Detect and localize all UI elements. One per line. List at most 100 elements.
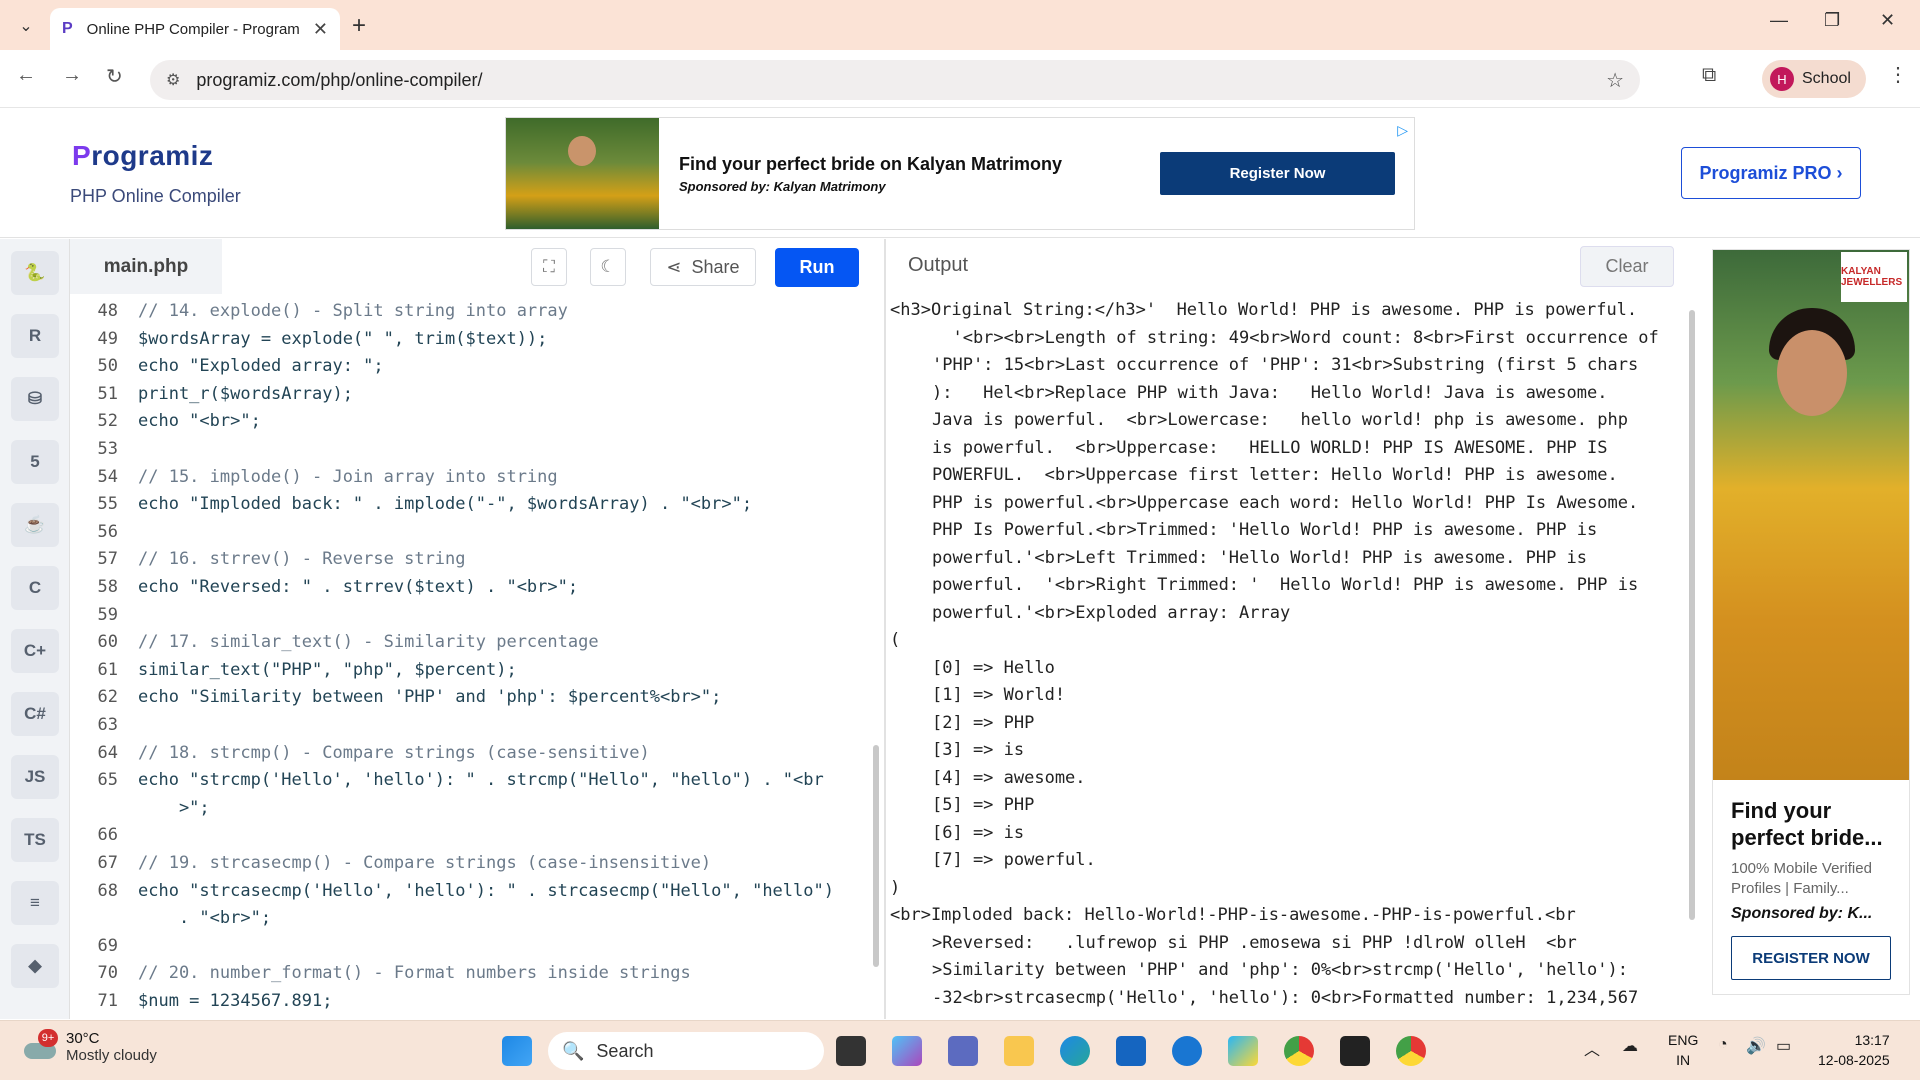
java-icon[interactable]: ☕ — [11, 503, 59, 547]
side-ad[interactable]: KALYAN JEWELLERS Find your perfect bride… — [1712, 249, 1910, 995]
code-text: // 16. strrev() - Reverse string — [138, 549, 466, 570]
c-icon[interactable]: C — [11, 566, 59, 610]
close-tab-icon[interactable]: ✕ — [313, 19, 328, 40]
search-icon: 🔍 — [562, 1040, 585, 1061]
ad-register-button[interactable]: Register Now — [1160, 152, 1395, 195]
output-line: >Reversed: .lufrewop si PHP .emosewa si … — [932, 932, 1577, 953]
tray-overflow-icon[interactable]: ︿ — [1584, 1036, 1600, 1060]
top-ad-banner[interactable]: Find your perfect bride on Kalyan Matrim… — [505, 117, 1415, 230]
code-line[interactable]: 62 echo "Similarity between 'PHP' and 'ph… — [70, 684, 870, 711]
battery-icon[interactable]: ▭ — [1776, 1036, 1791, 1056]
code-line[interactable]: 59 — [70, 602, 870, 629]
code-line[interactable]: 60 // 17. similar_text() - Similarity per… — [70, 629, 870, 656]
code-line[interactable]: 70 // 20. number_format() - Format number… — [70, 960, 870, 987]
panel-divider[interactable] — [884, 239, 886, 1019]
file-tab-main[interactable]: main.php — [70, 239, 222, 294]
code-line[interactable]: 52 echo "<br>"; — [70, 408, 870, 435]
side-ad-register-button[interactable]: REGISTER NOW — [1731, 936, 1891, 980]
logo-text: rogramiz — [91, 140, 214, 171]
code-line[interactable]: 67 // 19. strcasecmp() - Compare strings … — [70, 850, 870, 877]
code-line[interactable]: . "<br>"; — [70, 905, 870, 932]
sticky-notes-icon[interactable] — [1340, 1036, 1370, 1066]
chrome-icon[interactable] — [1284, 1036, 1314, 1066]
copilot-icon[interactable] — [892, 1036, 922, 1066]
profile-button[interactable]: H School — [1762, 60, 1866, 98]
code-line[interactable]: 50 echo "Exploded array: "; — [70, 353, 870, 380]
sql-icon[interactable]: ⛁ — [11, 377, 59, 421]
programiz-logo[interactable]: Programiz — [72, 140, 213, 172]
code-line[interactable]: 63 — [70, 712, 870, 739]
chrome-profile-icon[interactable] — [1396, 1036, 1426, 1066]
fullscreen-icon[interactable]: ⛶ — [531, 248, 567, 286]
code-line[interactable]: 57 // 16. strrev() - Reverse string — [70, 546, 870, 573]
windows-start-icon[interactable] — [502, 1036, 532, 1066]
code-line[interactable]: 68 echo "strcasecmp('Hello', 'hello'): " … — [70, 878, 870, 905]
line-number: 65 — [97, 770, 118, 791]
clock[interactable]: 13:17 12-08-2025 — [1818, 1030, 1890, 1070]
page-subtitle: PHP Online Compiler — [70, 186, 241, 206]
teams-icon[interactable] — [948, 1036, 978, 1066]
programiz-pro-button[interactable]: Programiz PRO › — [1681, 147, 1861, 199]
store-icon[interactable] — [1116, 1036, 1146, 1066]
hp-icon[interactable] — [1172, 1036, 1202, 1066]
code-line[interactable]: 64 // 18. strcmp() - Compare strings (cas… — [70, 740, 870, 767]
code-line[interactable]: 55 echo "Imploded back: " . implode("-", … — [70, 491, 870, 518]
code-line[interactable]: 53 — [70, 436, 870, 463]
code-editor[interactable]: 48 // 14. explode() - Split string into a… — [70, 294, 870, 1019]
maximize-icon[interactable]: ❐ — [1824, 10, 1840, 31]
r-icon[interactable]: R — [11, 314, 59, 358]
code-line[interactable]: 54 // 15. implode() - Join array into str… — [70, 464, 870, 491]
run-button[interactable]: Run — [775, 248, 859, 287]
code-line[interactable]: 65 echo "strcmp('Hello', 'hello'): " . st… — [70, 767, 870, 794]
code-line[interactable]: 61 similar_text("PHP", "php", $percent); — [70, 657, 870, 684]
dark-mode-icon[interactable]: ☾ — [590, 248, 626, 286]
bookmark-star-icon[interactable]: ☆ — [1606, 68, 1624, 93]
reload-icon[interactable]: ↻ — [106, 64, 123, 89]
javascript-icon[interactable]: JS — [11, 755, 59, 799]
cpp-icon[interactable]: C+ — [11, 629, 59, 673]
close-window-icon[interactable]: ✕ — [1880, 10, 1895, 31]
code-line[interactable]: 69 — [70, 933, 870, 960]
paint-icon[interactable] — [1228, 1036, 1258, 1066]
editor-scrollbar[interactable] — [873, 745, 879, 967]
code-line[interactable]: 48 // 14. explode() - Split string into a… — [70, 298, 870, 325]
lang-region: IN — [1676, 1052, 1691, 1068]
code-line[interactable]: 58 echo "Reversed: " . strrev($text) . "<… — [70, 574, 870, 601]
swift-icon[interactable]: ◆ — [11, 944, 59, 988]
share-button[interactable]: ⋖ Share — [650, 248, 756, 286]
python-icon[interactable]: 🐍 — [11, 251, 59, 295]
csharp-icon[interactable]: C# — [11, 692, 59, 736]
edge-icon[interactable] — [1060, 1036, 1090, 1066]
language-indicator[interactable]: ENG IN — [1668, 1030, 1698, 1070]
wifi-icon[interactable]: ◔ — [1718, 1036, 1728, 1054]
address-bar[interactable]: ⚙ programiz.com/php/online-compiler/ ☆ — [150, 60, 1640, 100]
onedrive-icon[interactable]: ☁ — [1622, 1036, 1638, 1056]
adchoices-icon[interactable]: ▷ — [1397, 122, 1408, 139]
task-view-icon[interactable] — [836, 1036, 866, 1066]
tab-search-icon[interactable]: ⌄ — [12, 12, 40, 40]
minimize-icon[interactable]: — — [1770, 10, 1788, 31]
output-scrollbar[interactable] — [1689, 310, 1695, 920]
browser-tab[interactable]: P Online PHP Compiler - Program ✕ — [50, 8, 340, 50]
go-icon[interactable]: ≡ — [11, 881, 59, 925]
new-tab-icon[interactable]: + — [352, 12, 366, 40]
code-line[interactable]: 71 $num = 1234567.891; — [70, 988, 870, 1015]
weather-widget[interactable]: 9+ 30°C Mostly cloudy — [22, 1029, 157, 1064]
file-explorer-icon[interactable] — [1004, 1036, 1034, 1066]
site-info-icon[interactable]: ⚙ — [166, 70, 180, 90]
taskbar-search[interactable]: 🔍 Search — [548, 1032, 824, 1070]
clear-button[interactable]: Clear — [1580, 246, 1674, 287]
browser-menu-icon[interactable]: ⋮ — [1888, 62, 1908, 87]
volume-icon[interactable]: 🔊 — [1746, 1036, 1766, 1056]
back-icon[interactable]: ← — [16, 64, 36, 87]
code-line[interactable]: 51 print_r($wordsArray); — [70, 381, 870, 408]
typescript-icon[interactable]: TS — [11, 818, 59, 862]
code-line[interactable]: >"; — [70, 795, 870, 822]
extensions-icon[interactable]: ⧉ — [1702, 64, 1716, 87]
output-line: [0] => Hello — [932, 657, 1055, 678]
code-line[interactable]: 49 $wordsArray = explode(" ", trim($text)… — [70, 326, 870, 353]
code-line[interactable]: 56 — [70, 519, 870, 546]
forward-icon[interactable]: → — [62, 64, 82, 87]
html-icon[interactable]: 5 — [11, 440, 59, 484]
code-line[interactable]: 66 — [70, 822, 870, 849]
